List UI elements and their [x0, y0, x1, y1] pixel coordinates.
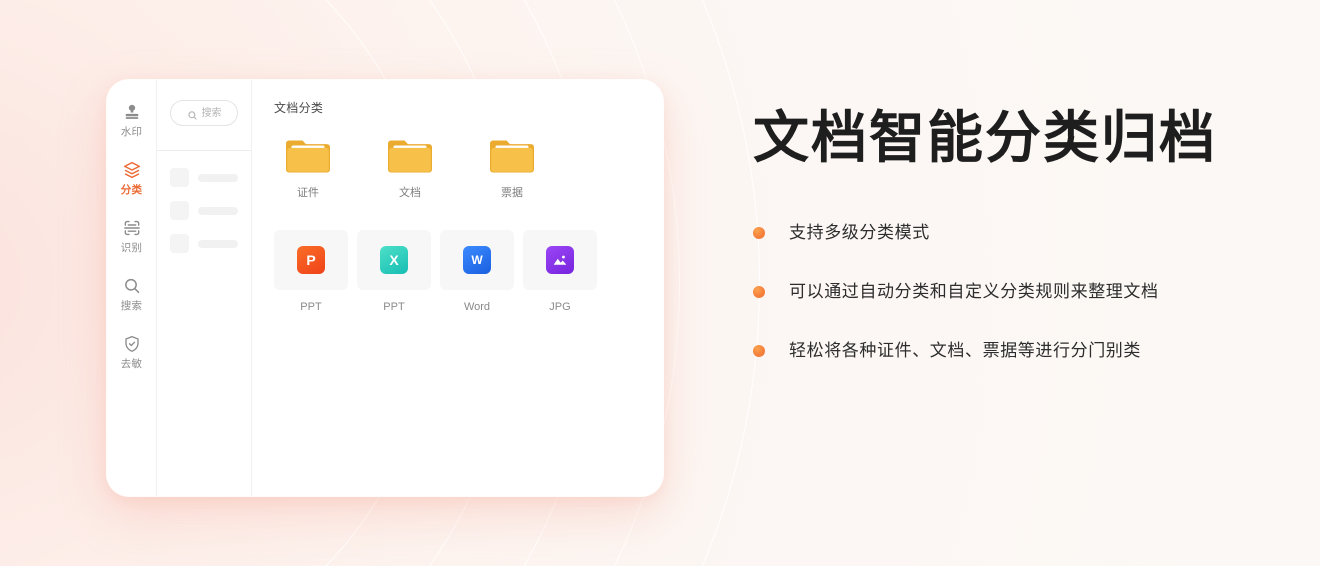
list-item-thumbnail [170, 234, 189, 253]
file-item-jpg[interactable]: JPG [523, 230, 597, 314]
folder-icon [386, 135, 434, 177]
feature-text: 轻松将各种证件、文档、票据等进行分门别类 [789, 341, 1141, 360]
sidebar-item-watermark[interactable]: 水印 [109, 102, 155, 139]
list-item-placeholder-bar [198, 206, 238, 215]
folder-item-certificates[interactable]: 证件 [279, 135, 337, 200]
bullet-dot-icon [753, 344, 765, 357]
folder-label: 票据 [501, 187, 523, 199]
folder-item-receipts[interactable]: 票据 [483, 135, 541, 200]
shield-check-icon [122, 334, 142, 354]
file-label: Word [463, 301, 491, 313]
list-item-thumbnail [170, 201, 189, 220]
stamp-icon [122, 102, 142, 122]
list-panel: 搜索 [157, 80, 252, 496]
app-sidebar: 水印 分类 识别 搜索 去敏 [107, 80, 157, 496]
file-item-excel[interactable]: X PPT [357, 230, 431, 314]
folder-item-documents[interactable]: 文档 [381, 135, 439, 200]
folder-label: 文档 [399, 187, 421, 199]
list-item[interactable] [170, 234, 238, 253]
search-icon [187, 108, 198, 120]
sidebar-item-search[interactable]: 搜索 [109, 276, 155, 313]
feature-item: 支持多级分类模式 [753, 220, 1273, 245]
list-item-placeholder-bar [198, 239, 238, 248]
file-label: PPT [300, 301, 322, 313]
placeholder-list [170, 151, 238, 253]
feature-text: 支持多级分类模式 [789, 223, 930, 242]
excel-file-icon: X [380, 246, 408, 274]
content-area: 文档分类 证件 文档 票据 P PPT X PPT W Word JPG [252, 80, 663, 496]
layers-icon [122, 160, 142, 180]
sidebar-item-label: 水印 [120, 126, 143, 138]
file-item-word[interactable]: W Word [440, 230, 514, 314]
sidebar-item-label: 去敏 [120, 358, 143, 370]
file-tile: P [274, 230, 348, 290]
sidebar-item-classify[interactable]: 分类 [109, 160, 155, 197]
sidebar-item-desensitize[interactable]: 去敏 [109, 334, 155, 371]
word-file-icon: W [463, 246, 491, 274]
search-placeholder: 搜索 [201, 107, 222, 119]
feature-list: 支持多级分类模式 可以通过自动分类和自定义分类规则来整理文档 轻松将各种证件、文… [753, 220, 1273, 363]
file-tile [523, 230, 597, 290]
feature-item: 轻松将各种证件、文档、票据等进行分门别类 [753, 338, 1273, 363]
file-label: JPG [549, 301, 571, 313]
sidebar-item-label: 搜索 [120, 300, 143, 312]
file-tile: X [357, 230, 431, 290]
scan-icon [122, 218, 142, 238]
file-grid: P PPT X PPT W Word JPG [274, 230, 641, 314]
sidebar-item-label: 分类 [120, 184, 143, 196]
content-heading: 文档分类 [274, 101, 324, 115]
search-icon [122, 276, 142, 296]
folder-icon [284, 135, 332, 177]
folder-grid: 证件 文档 票据 [274, 135, 641, 200]
hero-section: 文档智能分类归档 支持多级分类模式 可以通过自动分类和自定义分类规则来整理文档 … [753, 105, 1273, 363]
file-item-ppt[interactable]: P PPT [274, 230, 348, 314]
page-title: 文档智能分类归档 [753, 106, 1217, 169]
folder-icon [488, 135, 536, 177]
file-label: PPT [383, 301, 405, 313]
feature-item: 可以通过自动分类和自定义分类规则来整理文档 [753, 279, 1273, 304]
bullet-dot-icon [753, 226, 765, 239]
app-window-card: 水印 分类 识别 搜索 去敏 搜索 文档分类 证件 文档 票据 P PPT X … [107, 80, 663, 496]
image-file-icon [546, 246, 574, 274]
file-tile: W [440, 230, 514, 290]
ppt-file-icon: P [297, 246, 325, 274]
feature-text: 可以通过自动分类和自定义分类规则来整理文档 [789, 282, 1159, 301]
list-item[interactable] [170, 168, 238, 187]
sidebar-item-label: 识别 [120, 242, 143, 254]
list-item[interactable] [170, 201, 238, 220]
list-item-placeholder-bar [198, 173, 238, 182]
search-input[interactable]: 搜索 [170, 100, 238, 126]
folder-label: 证件 [297, 187, 319, 199]
list-item-thumbnail [170, 168, 189, 187]
sidebar-item-recognize[interactable]: 识别 [109, 218, 155, 255]
bullet-dot-icon [753, 285, 765, 298]
